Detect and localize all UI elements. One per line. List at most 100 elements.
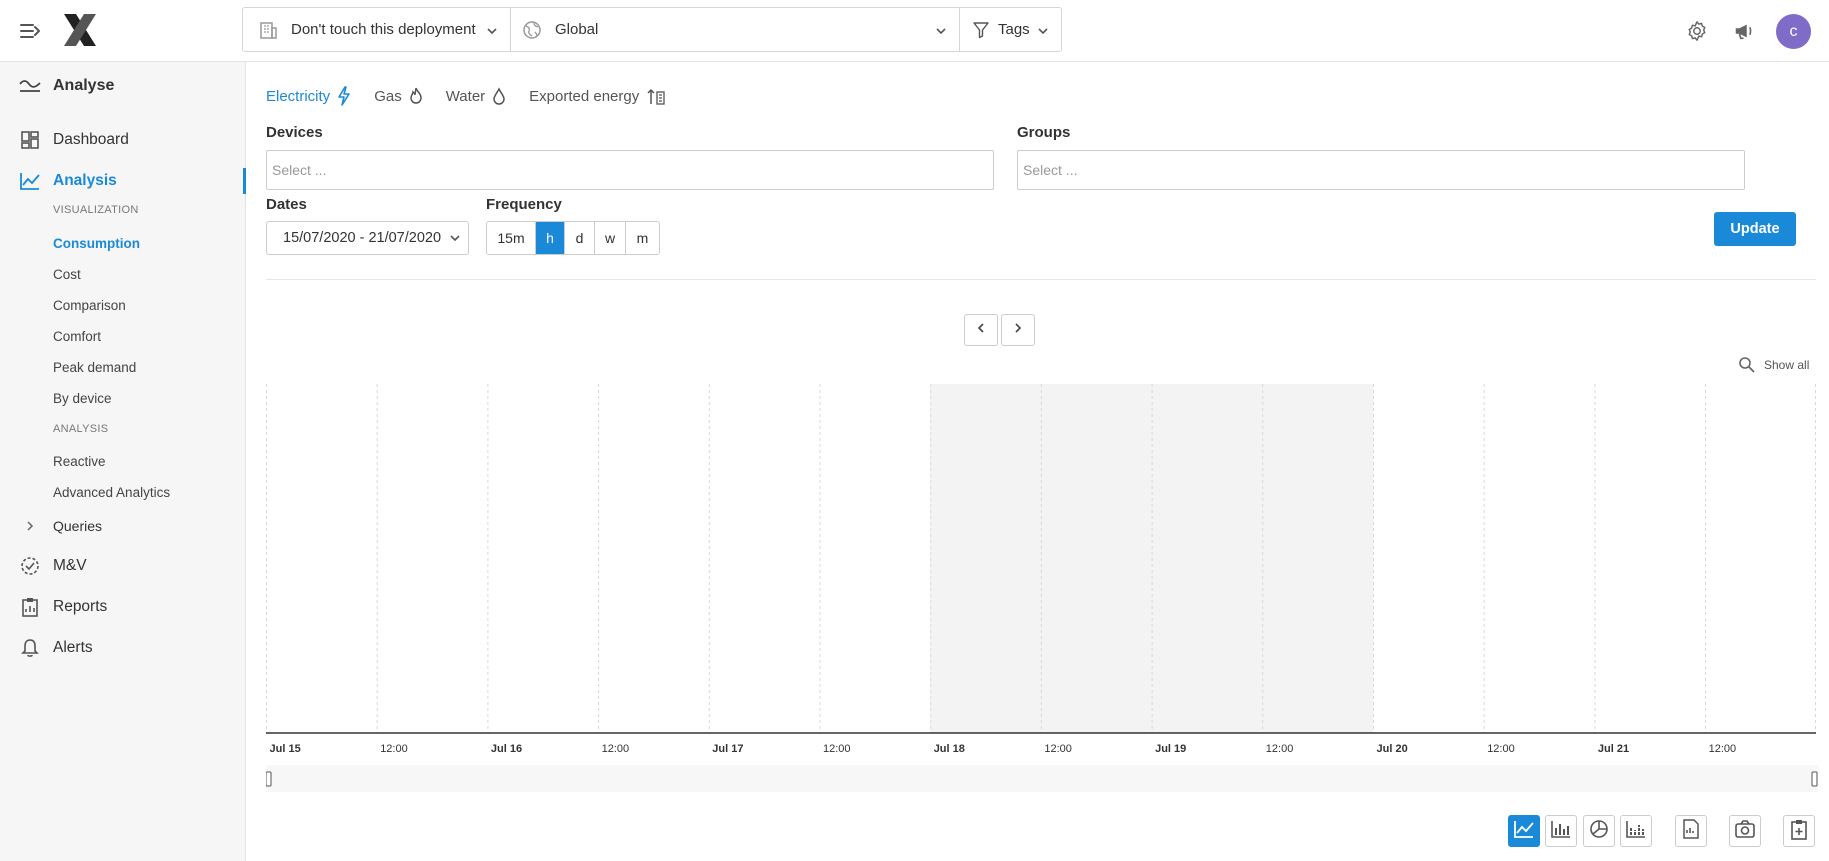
clipboard-icon <box>18 596 42 618</box>
frequency-w[interactable]: w <box>595 222 626 254</box>
x-tick-label: 12:00 <box>380 743 408 755</box>
tab-electricity[interactable]: Electricity <box>266 86 354 106</box>
sidebar-header: Analyse <box>18 76 114 96</box>
sidebar-item-label: Reports <box>53 598 108 615</box>
sidebar-item-label: Analysis <box>53 172 117 189</box>
exported-energy-icon <box>645 86 667 106</box>
stacked-bar-view-button[interactable] <box>1620 815 1652 847</box>
pie-chart-view-button[interactable] <box>1583 815 1615 847</box>
sidebar-item-label: Alerts <box>53 639 93 656</box>
devices-label: Devices <box>266 124 323 141</box>
x-tick-label: 12:00 <box>1266 743 1294 755</box>
navigator-track <box>266 765 1818 792</box>
frequency-15m[interactable]: 15m <box>487 222 536 254</box>
user-avatar[interactable]: c <box>1776 14 1811 49</box>
nav-peak-demand[interactable]: Peak demand <box>53 360 136 375</box>
tab-label: Electricity <box>266 87 331 105</box>
filter-icon <box>972 19 990 41</box>
announcements-megaphone-icon[interactable] <box>1730 17 1758 45</box>
settings-gear-icon[interactable] <box>1683 17 1711 45</box>
energy-tabs: Electricity Gas Water Exported energy <box>266 86 687 106</box>
bar-chart-view-button[interactable] <box>1545 815 1577 847</box>
sidebar-item-mv[interactable]: M&V <box>18 555 87 577</box>
tab-label: Exported energy <box>529 87 640 105</box>
previous-period-button[interactable] <box>964 314 998 346</box>
navigator-handle-left[interactable] <box>266 771 272 787</box>
frequency-label: Frequency <box>486 196 562 213</box>
consumption-chart: Jul 15 12:00 Jul 16 12:00 Jul 17 12:00 Jul 18 1… <box>266 384 1818 792</box>
zoom-icon <box>1738 356 1756 374</box>
groups-select[interactable] <box>1017 150 1745 190</box>
update-button[interactable]: Update <box>1714 212 1796 246</box>
deployment-selector[interactable]: Don't touch this deployment <box>243 8 510 51</box>
scope-selector[interactable]: Global <box>510 8 959 51</box>
nav-comfort[interactable]: Comfort <box>53 329 101 344</box>
bell-icon <box>18 637 42 659</box>
nav-reactive[interactable]: Reactive <box>53 454 106 469</box>
app-logo[interactable] <box>62 12 98 48</box>
camera-icon <box>1734 819 1756 844</box>
drop-icon <box>491 86 509 106</box>
tab-water[interactable]: Water <box>446 86 509 106</box>
nav-consumption[interactable]: Consumption <box>53 236 140 251</box>
frequency-d[interactable]: d <box>565 222 595 254</box>
section-analysis: ANALYSIS <box>53 423 109 435</box>
x-tick-label: 12:00 <box>823 743 851 755</box>
tab-label: Water <box>445 87 486 105</box>
frequency-h[interactable]: h <box>536 222 565 254</box>
x-tick-label: Jul 20 <box>1377 743 1408 755</box>
line-chart-icon <box>1513 819 1535 844</box>
tags-filter[interactable]: Tags <box>959 8 1061 51</box>
section-visualization: VISUALIZATION <box>53 204 139 216</box>
scope-label: Global <box>555 21 599 38</box>
x-tick-label: 12:00 <box>1044 743 1072 755</box>
navigator-handle-right[interactable] <box>1811 771 1818 787</box>
devices-select[interactable] <box>266 150 994 190</box>
export-file-button[interactable] <box>1675 815 1707 847</box>
screenshot-button[interactable] <box>1729 815 1761 847</box>
sidebar-item-label: Queries <box>53 518 103 534</box>
frequency-m[interactable]: m <box>626 222 659 254</box>
analyse-wave-icon <box>18 76 42 96</box>
x-tick-label: Jul 19 <box>1155 743 1186 755</box>
sidebar-item-queries[interactable]: Queries <box>18 515 102 537</box>
show-all-button[interactable]: Show all <box>1738 356 1809 374</box>
nav-advanced-analytics[interactable]: Advanced Analytics <box>53 485 170 500</box>
date-range-picker[interactable]: 15/07/2020 - 21/07/2020 <box>266 221 469 255</box>
nav-cost[interactable]: Cost <box>53 267 81 282</box>
deployment-label: Don't touch this deployment <box>291 21 476 38</box>
x-tick-label: Jul 18 <box>934 743 965 755</box>
chevron-right-icon <box>18 515 42 537</box>
clipboard-add-icon <box>1790 818 1808 845</box>
sidebar-item-label: Dashboard <box>53 131 129 148</box>
next-period-button[interactable] <box>1001 314 1035 346</box>
bar-chart-icon <box>1550 819 1572 844</box>
analysis-chart-icon <box>18 170 42 192</box>
sidebar-item-analysis[interactable]: Analysis <box>18 170 117 192</box>
tab-gas[interactable]: Gas <box>374 86 426 106</box>
groups-label: Groups <box>1017 124 1071 141</box>
flame-icon <box>408 86 426 106</box>
sidebar-item-dashboard[interactable]: Dashboard <box>18 129 129 151</box>
chevron-right-icon <box>1012 321 1024 339</box>
x-tick-label: 12:00 <box>1709 743 1737 755</box>
sidebar-item-reports[interactable]: Reports <box>18 596 107 618</box>
line-chart-view-button[interactable] <box>1508 815 1540 847</box>
nav-by-device[interactable]: By device <box>53 391 112 406</box>
nav-comparison[interactable]: Comparison <box>53 298 126 313</box>
active-indicator <box>243 168 246 194</box>
frequency-selector: 15m h d w m <box>486 221 660 255</box>
sidebar-header-label: Analyse <box>53 77 115 94</box>
sidebar-item-alerts[interactable]: Alerts <box>18 637 93 659</box>
chevron-left-icon <box>975 321 987 339</box>
x-tick-label: Jul 15 <box>270 743 301 755</box>
chevron-down-icon <box>935 24 947 36</box>
lightning-icon <box>336 86 354 106</box>
x-tick-label: Jul 17 <box>712 743 743 755</box>
chevron-down-icon <box>1037 24 1049 36</box>
tab-exported-energy[interactable]: Exported energy <box>529 86 667 106</box>
menu-toggle-icon[interactable] <box>19 20 43 42</box>
x-tick-label: Jul 21 <box>1598 743 1629 755</box>
add-to-report-button[interactable] <box>1783 815 1815 847</box>
tab-label: Gas <box>374 87 402 105</box>
